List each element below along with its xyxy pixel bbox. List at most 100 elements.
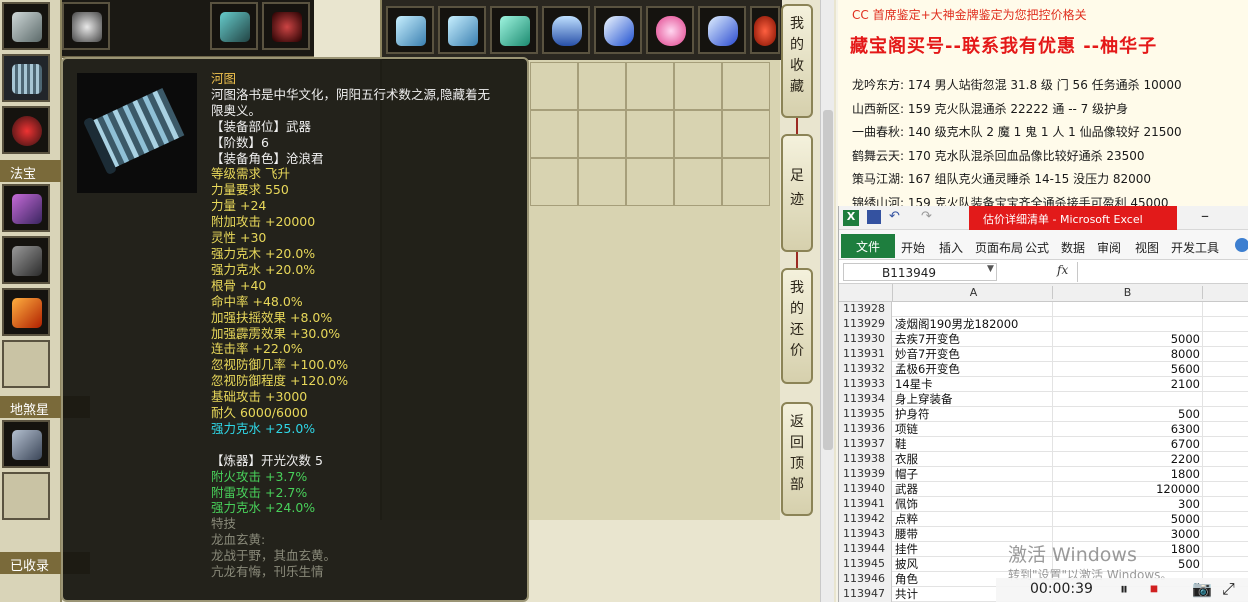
equip-slot-2[interactable] [210,2,258,50]
row-number[interactable]: 113934 [839,392,892,407]
cell-b[interactable]: 8000 [1053,347,1203,362]
name-box[interactable]: B113949 [843,263,997,281]
row-number[interactable]: 113945 [839,557,892,572]
cell-b[interactable] [1053,392,1203,407]
undo-icon[interactable]: ↶ [889,209,900,224]
stop-icon[interactable]: ⏹ [1150,579,1158,599]
save-icon[interactable] [867,210,881,224]
pause-icon[interactable]: ⏸ [1120,579,1128,599]
cell-b[interactable]: 1800 [1053,467,1203,482]
grid-cell[interactable] [626,62,674,110]
row-number[interactable]: 113939 [839,467,892,482]
disha-slot-1[interactable] [2,420,50,468]
grid-cell[interactable] [626,110,674,158]
row-number[interactable]: 113944 [839,542,892,557]
fabao-slot-3[interactable] [2,288,50,336]
row-number[interactable]: 113930 [839,332,892,347]
cell-a[interactable]: 衣服 [895,452,1053,467]
ribbon-tab[interactable]: 数据 [1061,239,1085,256]
scroll-thumb[interactable] [823,110,833,450]
fabao-slot-empty[interactable] [2,340,50,388]
equip-slot-1[interactable] [62,2,110,50]
gem-slot-8[interactable] [750,6,780,54]
grid-cell[interactable] [578,110,626,158]
gem-slot-5[interactable] [594,6,642,54]
row-number[interactable]: 113940 [839,482,892,497]
ribbon-tab[interactable]: 页面布局 [975,239,1023,256]
cell-a[interactable]: 凌烟阁190男龙182000 [895,317,1053,332]
row-number[interactable]: 113928 [839,302,892,317]
gem-slot-6[interactable] [646,6,694,54]
gem-slot-3[interactable] [490,6,538,54]
ribbon-tab[interactable]: 开始 [901,239,925,256]
grid-cell[interactable] [578,62,626,110]
cell-b[interactable]: 2200 [1053,452,1203,467]
cell-b[interactable]: 500 [1053,407,1203,422]
cell-a[interactable]: 妙音7开变色 [895,347,1053,362]
grid-cell[interactable] [674,110,722,158]
gem-slot-2[interactable] [438,6,486,54]
cell-a[interactable]: 孟极6开变色 [895,362,1053,377]
gem-slot-7[interactable] [698,6,746,54]
grid-cell[interactable] [722,158,770,206]
gem-slot-1[interactable] [386,6,434,54]
grid-cell[interactable] [578,158,626,206]
column-header-b[interactable]: B [1053,286,1203,299]
grid-cell[interactable] [530,158,578,206]
cell-b[interactable] [1053,317,1203,332]
cell-b[interactable]: 120000 [1053,482,1203,497]
cell-a[interactable]: 去疾7开变色 [895,332,1053,347]
ribbon-tab[interactable]: 审阅 [1097,239,1121,256]
cell-a[interactable]: 帽子 [895,467,1053,482]
ribbon-tab[interactable]: 视图 [1135,239,1159,256]
grid-cell[interactable] [722,110,770,158]
item-slot-1[interactable] [2,2,50,50]
grid-cell[interactable] [530,62,578,110]
gem-slot-4[interactable] [542,6,590,54]
fx-icon[interactable]: fx [1057,263,1068,277]
row-number[interactable]: 113933 [839,377,892,392]
row-number[interactable]: 113936 [839,422,892,437]
row-number[interactable]: 113942 [839,512,892,527]
file-tab[interactable]: 文件 [841,234,895,258]
cell-b[interactable]: 6300 [1053,422,1203,437]
minimize-icon[interactable]: – [1201,206,1209,225]
cell-a[interactable]: 14星卡 [895,377,1053,392]
row-number[interactable]: 113943 [839,527,892,542]
cell-b[interactable]: 5000 [1053,332,1203,347]
cell-a[interactable]: 身上穿装备 [895,392,1053,407]
cell-b[interactable]: 2100 [1053,377,1203,392]
select-all-corner[interactable] [839,284,893,302]
fabao-slot-1[interactable] [2,184,50,232]
cell-a[interactable] [895,302,1053,317]
cell-b[interactable]: 5000 [1053,512,1203,527]
back-to-top-button[interactable]: 返回顶部 [781,402,813,516]
row-number[interactable]: 113938 [839,452,892,467]
my-counter-offer-button[interactable]: 我的还价 [781,268,813,384]
footprint-button[interactable]: 足迹 [781,134,813,252]
grid-cell[interactable] [626,158,674,206]
ribbon-tab[interactable]: 公式 [1025,239,1049,256]
cell-b[interactable] [1053,302,1203,317]
grid-cell[interactable] [674,62,722,110]
chevron-down-icon[interactable]: ▼ [987,264,994,274]
grid-cell[interactable] [674,158,722,206]
grid-cell[interactable] [722,62,770,110]
grid-cell[interactable] [530,110,578,158]
formula-input[interactable] [1077,262,1247,282]
equip-slot-3[interactable] [262,2,310,50]
column-header-a[interactable]: A [895,286,1053,299]
cell-a[interactable]: 护身符 [895,407,1053,422]
row-number[interactable]: 113935 [839,407,892,422]
fabao-slot-2[interactable] [2,236,50,284]
row-number[interactable]: 113941 [839,497,892,512]
row-number[interactable]: 113929 [839,317,892,332]
item-slot-selected[interactable] [2,54,50,102]
row-number[interactable]: 113937 [839,437,892,452]
cell-a[interactable]: 鞋 [895,437,1053,452]
help-icon[interactable] [1235,238,1248,252]
cell-a[interactable]: 佩饰 [895,497,1053,512]
cell-a[interactable]: 武器 [895,482,1053,497]
disha-slot-empty[interactable] [2,472,50,520]
ribbon-tab[interactable]: 插入 [939,239,963,256]
